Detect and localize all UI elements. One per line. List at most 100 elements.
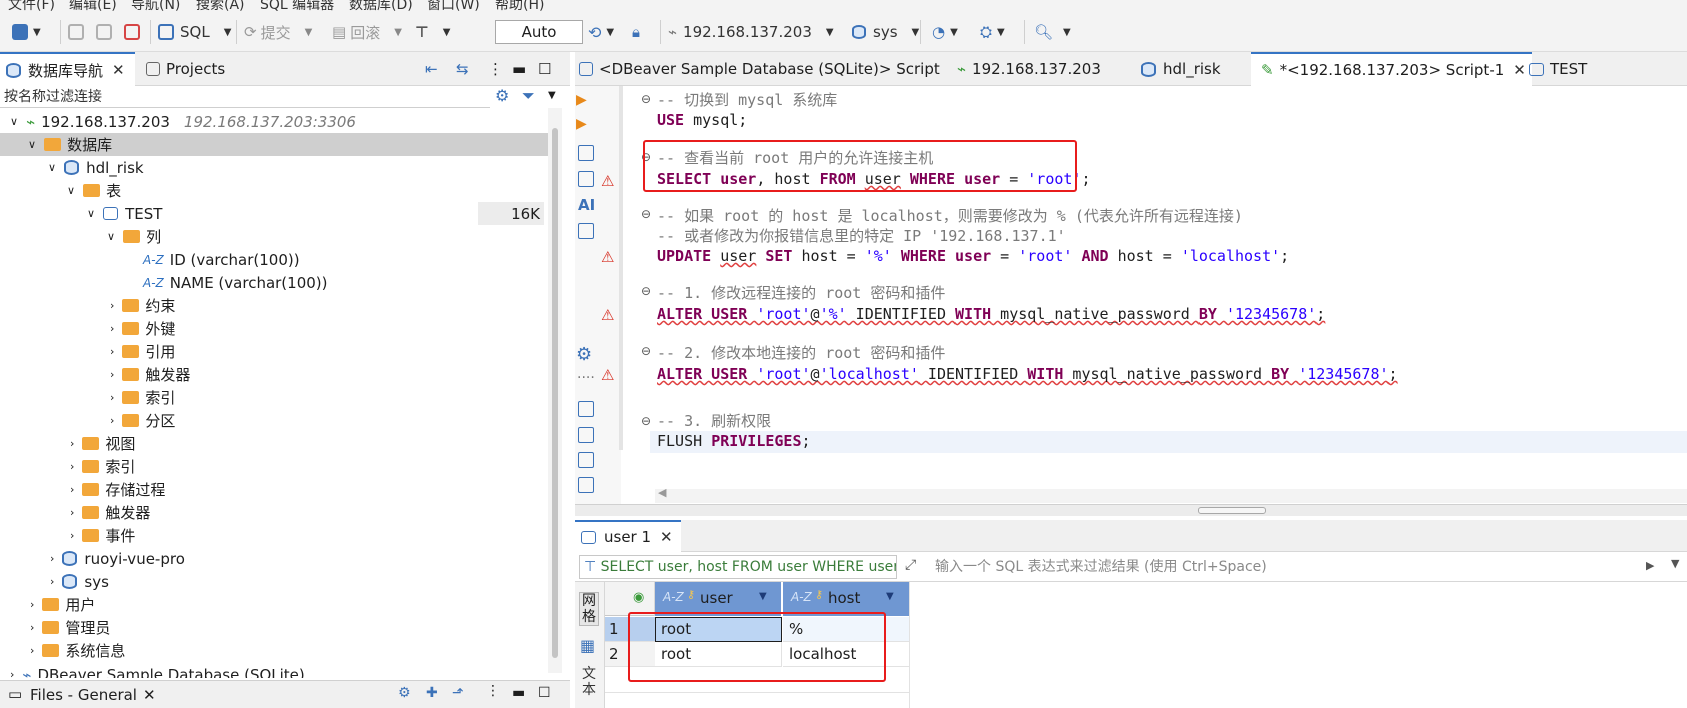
- fold-icon[interactable]: ⊖: [641, 284, 651, 298]
- tree-node-ruoyi[interactable]: › ruoyi-vue-pro: [50, 547, 185, 570]
- tab-hdl-risk[interactable]: hdl_risk: [1141, 52, 1221, 86]
- tree-node-triggers[interactable]: › 触发器: [110, 363, 190, 386]
- ai-icon[interactable]: AI: [578, 196, 595, 214]
- error-log-icon[interactable]: [578, 427, 594, 443]
- gear-icon[interactable]: ⚙: [398, 685, 411, 701]
- tab-projects[interactable]: Projects: [142, 52, 225, 86]
- more-vertical-icon[interactable]: ⋮: [486, 683, 500, 699]
- grid-corner[interactable]: ◉: [605, 582, 655, 616]
- close-icon[interactable]: ✕: [112, 61, 125, 79]
- tree-node-references[interactable]: › 引用: [110, 340, 175, 363]
- tree-node-foreign-keys[interactable]: › 外键: [110, 317, 175, 340]
- tab-test[interactable]: TEST: [1529, 52, 1587, 86]
- menu-help[interactable]: 帮助(H): [495, 0, 544, 12]
- execute-script-icon[interactable]: ▶: [576, 116, 587, 132]
- disconnect-button[interactable]: [124, 20, 140, 44]
- arrow-icon[interactable]: ⬏: [452, 685, 464, 701]
- tree-node-databases[interactable]: ∨ 数据库: [0, 133, 548, 156]
- view-menu-button[interactable]: ⋮: [488, 52, 503, 86]
- tab-sample-db-script[interactable]: <DBeaver Sample Database (SQLite)> Scrip…: [579, 52, 940, 86]
- tree-node-indexes[interactable]: › 索引: [110, 386, 175, 409]
- results-filter-input[interactable]: 输入一个 SQL 表达式来过滤结果 (使用 Ctrl+Space): [935, 555, 1635, 579]
- menu-sql-editor[interactable]: SQL 编辑器: [260, 0, 334, 12]
- tree-node-test-table[interactable]: ∨ TEST: [87, 202, 162, 225]
- tree-node-users[interactable]: › 用户: [30, 593, 95, 616]
- tree-node-procedures[interactable]: › 存储过程: [70, 478, 165, 501]
- connection-filter-input[interactable]: 按名称过滤连接: [0, 86, 490, 108]
- menu-edit[interactable]: 编辑(E): [69, 0, 117, 12]
- maximize-button[interactable]: ☐: [538, 52, 551, 86]
- transaction-mode-button[interactable]: ⊤ ▼: [415, 20, 450, 44]
- tab-database-navigator[interactable]: 数据库导航 ✕: [0, 52, 135, 86]
- menu-navigate[interactable]: 导航(N): [131, 0, 180, 12]
- files-panel-title[interactable]: Files - General: [30, 686, 137, 704]
- tree-node-admins[interactable]: › 管理员: [30, 616, 110, 639]
- tree-node-constraints[interactable]: › 约束: [110, 294, 175, 317]
- minimize-icon[interactable]: ▬: [512, 685, 525, 701]
- commit-button[interactable]: ⟳ 提交 ▼: [244, 20, 312, 44]
- expand-icon[interactable]: ⤢: [905, 557, 916, 573]
- splitter[interactable]: [575, 504, 1687, 516]
- apply-filter-icon[interactable]: ▶: [1646, 559, 1654, 572]
- filter-settings-icon[interactable]: ⚙: [495, 86, 509, 105]
- menu-database[interactable]: 数据库(D): [349, 0, 413, 12]
- menu-window[interactable]: 窗口(W): [427, 0, 480, 12]
- tree-node-sysinfo[interactable]: › 系统信息: [30, 639, 125, 662]
- close-icon[interactable]: ✕: [1513, 61, 1526, 79]
- grid-view-button[interactable]: 网格: [579, 592, 599, 626]
- sort-icon[interactable]: ▼: [759, 591, 767, 602]
- rollback-button[interactable]: ▤ 回滚 ▼: [332, 20, 402, 44]
- fold-icon[interactable]: ⊖: [641, 344, 651, 358]
- fold-icon[interactable]: ⊖: [641, 414, 651, 428]
- menu-search[interactable]: 搜索(A): [196, 0, 245, 12]
- tree-scrollbar[interactable]: [548, 108, 562, 673]
- tree-node-events[interactable]: › 事件: [70, 524, 135, 547]
- add-icon[interactable]: ✚: [426, 685, 438, 701]
- outline-icon[interactable]: [578, 477, 594, 493]
- filter-history-icon[interactable]: ▼: [1671, 557, 1679, 570]
- more-horizontal-icon[interactable]: ····: [577, 370, 595, 386]
- maximize-icon[interactable]: ☐: [538, 685, 551, 701]
- tree-node-sys[interactable]: › sys: [50, 570, 109, 593]
- grid-icon[interactable]: ▦: [580, 636, 595, 655]
- reconnect-button[interactable]: [96, 20, 112, 44]
- tree-node-tables[interactable]: ∨ 表: [67, 179, 121, 202]
- tree-node-column-name[interactable]: A-Z NAME (varchar(100)): [143, 271, 328, 294]
- tab-script-1[interactable]: ✎ *<192.168.137.203> Script-1 ✕: [1251, 52, 1532, 86]
- column-header-host[interactable]: A-Z ⚷ host ▼: [783, 582, 909, 616]
- minimize-button[interactable]: ▬: [512, 52, 526, 86]
- link-editor-button[interactable]: ⇆: [456, 52, 469, 86]
- tree-node-views[interactable]: › 视图: [70, 432, 135, 455]
- filter-icon[interactable]: ⏷: [522, 86, 535, 106]
- tree-node-hdl-risk[interactable]: ∨ hdl_risk: [48, 156, 144, 179]
- explain-icon[interactable]: [578, 145, 594, 161]
- fold-icon[interactable]: ⊖: [641, 92, 651, 106]
- menu-file[interactable]: 文件(F): [8, 0, 55, 12]
- connect-button[interactable]: [68, 20, 84, 44]
- tree-node-sample-db[interactable]: › ⌁ DBeaver Sample Database (SQLite): [10, 663, 305, 679]
- tab-results-user-1[interactable]: user 1 ✕: [575, 520, 681, 552]
- export-icon[interactable]: [578, 401, 594, 417]
- tree-node-columns[interactable]: ∨ 列: [107, 225, 161, 248]
- script-icon[interactable]: [578, 171, 594, 187]
- execute-icon[interactable]: ▶: [576, 92, 587, 108]
- tree-node-db-triggers[interactable]: › 触发器: [70, 501, 150, 524]
- text-view-button[interactable]: 文本: [579, 666, 599, 698]
- settings-icon[interactable]: ⚙: [576, 344, 592, 365]
- tab-connection[interactable]: ⌁ 192.168.137.203: [957, 52, 1101, 86]
- sql-editor-button[interactable]: SQL ▼: [158, 20, 231, 44]
- editor-hscrollbar[interactable]: ◀: [655, 486, 1687, 503]
- query-text-field[interactable]: ⊤ SELECT user, host FROM user WHERE user…: [579, 555, 897, 579]
- terminal-icon[interactable]: [578, 223, 594, 239]
- column-header-user[interactable]: A-Z ⚷ user ▼: [655, 582, 782, 616]
- collapse-all-button[interactable]: ⇤: [425, 52, 438, 86]
- chevron-down-icon[interactable]: ▼: [548, 90, 556, 101]
- tree-node-partitions[interactable]: › 分区: [110, 409, 175, 432]
- close-icon[interactable]: ✕: [143, 686, 156, 704]
- new-connection-button[interactable]: ▼: [12, 20, 41, 44]
- auto-commit-field[interactable]: Auto: [495, 20, 583, 44]
- file-icon[interactable]: [578, 452, 594, 468]
- sort-icon[interactable]: ▼: [886, 591, 894, 602]
- fold-icon[interactable]: ⊖: [641, 207, 651, 221]
- tree-node-db-indexes[interactable]: › 索引: [70, 455, 135, 478]
